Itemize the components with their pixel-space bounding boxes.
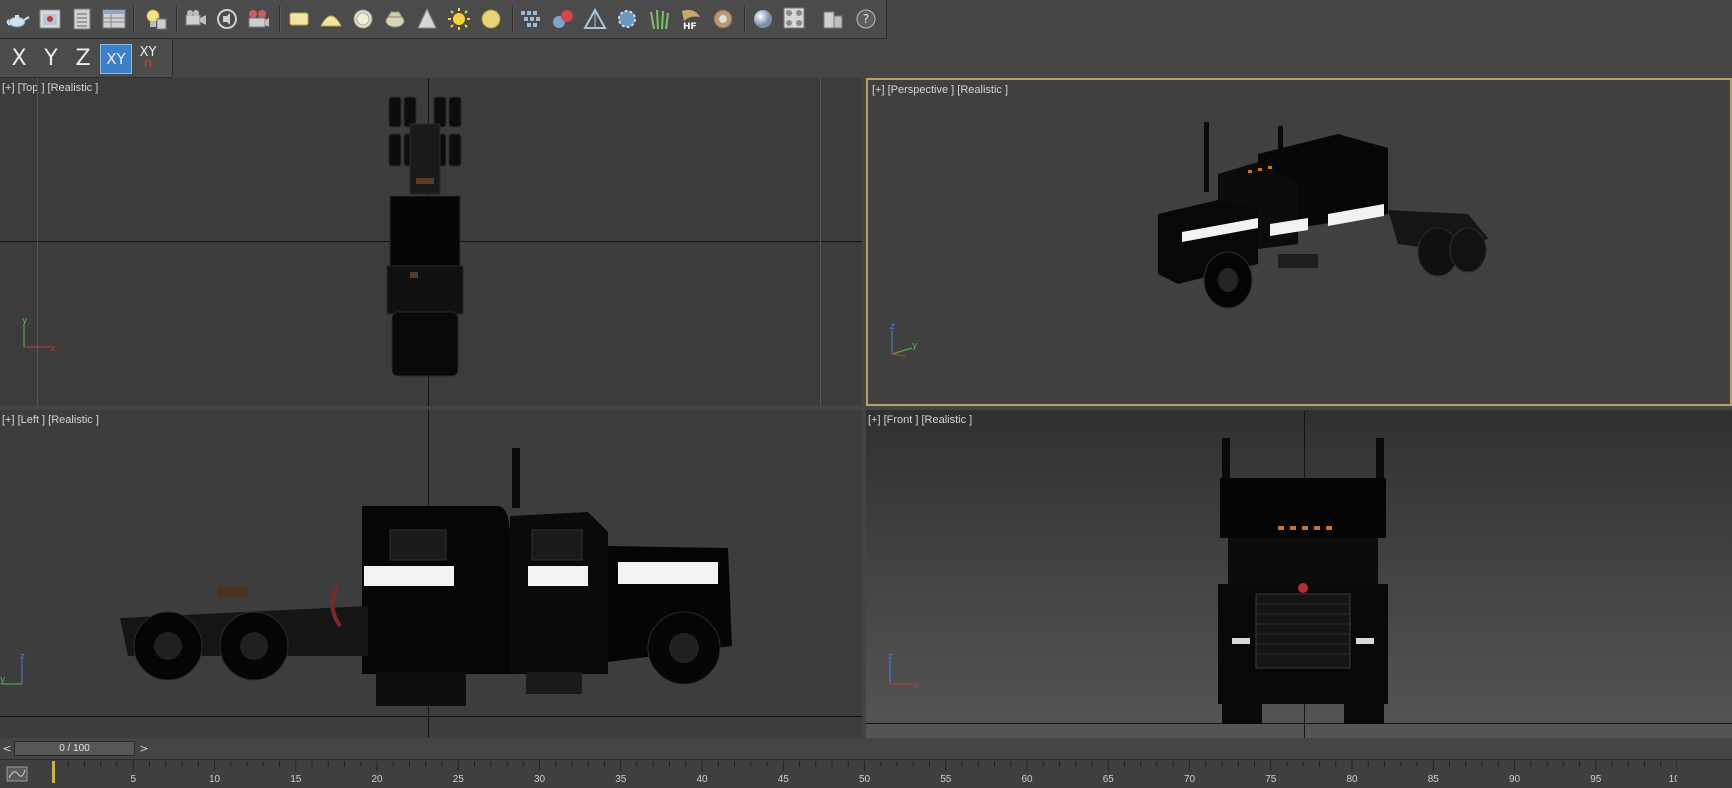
viewport-top[interactable]: [+] [Top ] [Realistic ] y x — [0, 78, 862, 406]
ruler-tick-label: 85 — [1428, 774, 1440, 785]
svg-text:y: y — [22, 316, 28, 326]
svg-text:z: z — [888, 652, 893, 662]
ruler-tick-label: 80 — [1346, 774, 1358, 785]
gear-sphere-icon[interactable] — [614, 6, 640, 32]
ruler-tick-label: 15 — [290, 774, 302, 785]
ring-icon[interactable] — [350, 6, 376, 32]
ruler-tick-label: 50 — [859, 774, 871, 785]
ruler-tick-label: 55 — [940, 774, 952, 785]
main-toolbar: HF ? — [0, 0, 887, 39]
help-icon[interactable]: ? — [853, 6, 879, 32]
axis-constraints-toolbar: X Y Z XY XY ∩ — [0, 39, 173, 78]
ruler-tick-label: 70 — [1184, 774, 1196, 785]
fur-icon[interactable] — [646, 6, 672, 32]
viewport-label[interactable]: [+] [Perspective ] [Realistic ] — [872, 84, 1008, 96]
video-camera-icon[interactable] — [245, 6, 271, 32]
svg-text:z: z — [20, 652, 25, 662]
axis-z-button[interactable]: Z — [68, 44, 98, 72]
ruler-tick-label: 20 — [371, 774, 383, 785]
viewport-label[interactable]: [+] [Left ] [Realistic ] — [2, 414, 99, 426]
svg-text:z: z — [890, 322, 895, 332]
ruler-tick-label: 90 — [1509, 774, 1521, 785]
proxy-icon[interactable] — [582, 6, 608, 32]
teapot-icon[interactable] — [5, 6, 31, 32]
light-bulb-icon[interactable] — [142, 6, 168, 32]
ruler-tick-label: 5 — [130, 774, 136, 785]
render-setup-icon[interactable] — [69, 6, 95, 32]
viewport-left[interactable]: [+] [Left ] [Realistic ] z y — [0, 410, 862, 738]
current-frame-marker[interactable] — [52, 761, 55, 783]
time-slider-next-button[interactable]: > — [137, 741, 151, 756]
time-slider: < 0 / 100 > — [0, 740, 1732, 758]
helper-icon[interactable] — [382, 6, 408, 32]
svg-text:HF: HF — [683, 22, 697, 31]
svg-text:x: x — [914, 681, 920, 690]
batch-render-icon[interactable] — [820, 6, 846, 32]
hf-feather-icon[interactable]: HF — [678, 6, 704, 32]
sound-icon[interactable] — [214, 6, 240, 32]
ruler-tick-label: 95 — [1590, 774, 1602, 785]
displacement-icon[interactable] — [710, 6, 736, 32]
ruler-tick-label: 40 — [696, 774, 708, 785]
axis-gizmo: z x — [888, 652, 920, 690]
svg-text:y: y — [0, 675, 6, 685]
material-sphere-icon[interactable] — [750, 6, 776, 32]
time-slider-prev-button[interactable]: < — [0, 741, 14, 756]
truck-model-front[interactable] — [1208, 438, 1398, 724]
material-editor-icon[interactable] — [782, 6, 808, 32]
ruler-tick-label: 45 — [778, 774, 790, 785]
axis-y-button[interactable]: Y — [36, 44, 66, 72]
ruler-tick-label: 60 — [1021, 774, 1033, 785]
time-slider-thumb[interactable]: 0 / 100 — [14, 741, 135, 756]
viewport-label[interactable]: [+] [Front ] [Realistic ] — [868, 414, 972, 426]
truck-model-perspective[interactable] — [1148, 114, 1488, 322]
svg-text:?: ? — [863, 12, 869, 26]
axis-gizmo: z y — [0, 652, 25, 685]
axis-xy-button[interactable]: XY — [100, 44, 132, 74]
svg-text:y: y — [912, 341, 918, 351]
ruler-tick-label: 10 — [209, 774, 221, 785]
viewport-perspective[interactable]: [+] [Perspective ] [Realistic ] z y — [866, 78, 1732, 406]
sun-icon[interactable] — [446, 6, 472, 32]
dome-icon[interactable] — [318, 6, 344, 32]
axis-gizmo: y x — [22, 316, 56, 353]
sphere-light-icon[interactable] — [478, 6, 504, 32]
ruler-tick-label: 65 — [1103, 774, 1115, 785]
magnet-icon: ∩ — [143, 56, 153, 71]
truck-model-left[interactable] — [118, 436, 738, 738]
ruler-tick-label: 35 — [615, 774, 627, 785]
svg-text:x: x — [50, 344, 56, 353]
plane-icon[interactable] — [286, 6, 312, 32]
ruler-tick-label: 25 — [453, 774, 465, 785]
render-frame-icon[interactable] — [37, 6, 63, 32]
scene-explorer-icon[interactable] — [101, 6, 127, 32]
trackbar[interactable]: 5 10 15 20 25 30 35 40 45 50 55 60 65 70 75 80 85 90 95 100 — [0, 759, 1732, 788]
grid-icon[interactable] — [518, 6, 544, 32]
camera-icon[interactable] — [183, 6, 209, 32]
trackbar-ruler[interactable]: 5 10 15 20 25 30 35 40 45 50 55 60 65 70 75 80 85 90 95 100 — [52, 760, 1677, 788]
mini-curve-editor-icon[interactable] — [4, 765, 30, 783]
ruler-tick-label: 75 — [1265, 774, 1277, 785]
ruler-tick-label: 100 — [1669, 774, 1677, 785]
viewport-front[interactable]: [+] [Front ] [Realistic ] z x — [866, 410, 1732, 738]
viewport-label[interactable]: [+] [Top ] [Realistic ] — [2, 82, 98, 94]
axis-x-button[interactable]: X — [4, 44, 34, 72]
truck-model-top[interactable] — [380, 94, 480, 380]
axis-xy-snap-button[interactable]: XY ∩ — [133, 44, 163, 72]
capsule-icon[interactable] — [550, 6, 576, 32]
axis-gizmo: z y — [890, 322, 918, 357]
ruler-tick-label: 30 — [534, 774, 546, 785]
cone-icon[interactable] — [414, 6, 440, 32]
